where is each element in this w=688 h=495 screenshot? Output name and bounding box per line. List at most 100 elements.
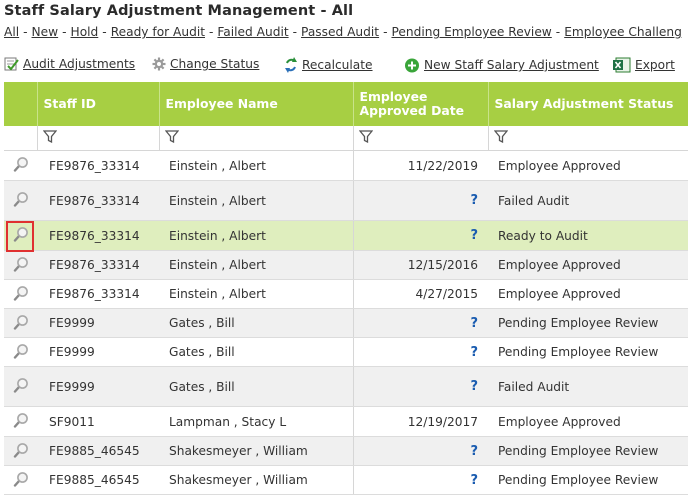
view-cell <box>4 150 37 181</box>
employee-name-cell: Einstein , Albert <box>159 180 353 221</box>
staff-id-cell: FE9885_46545 <box>37 465 159 495</box>
magnifier-icon[interactable] <box>13 256 29 275</box>
view-cell <box>4 366 37 407</box>
employee-name-cell: Gates , Bill <box>159 308 353 338</box>
approved-date-cell: ? <box>352 436 488 466</box>
staff-id-cell: FE9876_33314 <box>37 250 159 280</box>
audit-adjustments-label: Audit Adjustments <box>23 57 136 71</box>
view-cell <box>4 308 37 338</box>
filter-link-all[interactable]: All <box>4 25 19 39</box>
view-cell <box>4 279 37 309</box>
missing-date-mark: ? <box>470 472 478 488</box>
employee-name-cell: Shakesmeyer , William <box>159 465 353 495</box>
magnifier-icon[interactable] <box>13 442 29 461</box>
view-cell <box>4 406 37 437</box>
approved-date-cell: 12/15/2016 <box>352 250 488 280</box>
magnifier-icon[interactable] <box>13 314 29 333</box>
table-row[interactable]: FE9885_46545 Shakesmeyer , William? Pendin… <box>4 436 688 466</box>
employee-name-cell: Einstein , Albert <box>159 279 353 309</box>
grid-header-row: Staff ID Employee Name Employee Approved … <box>4 82 688 126</box>
funnel-icon[interactable] <box>164 130 179 146</box>
missing-date-mark: ? <box>470 193 478 208</box>
view-cell <box>4 465 37 495</box>
view-cell <box>4 180 37 221</box>
table-row[interactable]: FE9876_33314 Einstein , Albert 12/15/2016 E… <box>4 250 688 280</box>
table-row[interactable]: FE9999 Gates , Bill? Failed Audit <box>4 366 688 407</box>
filter-cell-status[interactable] <box>487 126 688 151</box>
status-cell: Employee Approved <box>488 150 688 181</box>
filter-link-new[interactable]: New <box>32 25 59 39</box>
column-header-approved-date[interactable]: Employee Approved Date <box>352 82 488 126</box>
new-adjustment-label: New Staff Salary Adjustment <box>424 58 599 72</box>
column-header-status[interactable]: Salary Adjustment Status <box>487 82 688 126</box>
magnifier-icon[interactable] <box>13 191 29 210</box>
magnifier-icon[interactable] <box>13 377 29 396</box>
employee-name-cell: Einstein , Albert <box>159 150 353 181</box>
recalculate-arrows-icon <box>284 57 298 73</box>
approved-date-cell: 11/22/2019 <box>352 150 488 181</box>
filter-separator: - <box>23 25 28 39</box>
funnel-icon[interactable] <box>42 130 57 146</box>
filter-link-employee-challenge[interactable]: Employee Challeng <box>564 25 682 39</box>
table-row[interactable]: SF9011 Lampman , Stacy L 12/19/2017 Employe… <box>4 406 688 437</box>
view-cell <box>4 250 37 280</box>
status-cell: Pending Employee Review <box>488 308 688 338</box>
filter-separator: - <box>292 25 298 39</box>
filter-link-failed-audit[interactable]: Failed Audit <box>217 25 288 39</box>
filter-link-pending-employee-review[interactable]: Pending Employee Review <box>391 25 551 39</box>
filter-cell-employee-name[interactable] <box>158 126 353 151</box>
status-cell: Failed Audit <box>488 366 688 407</box>
magnifier-icon[interactable] <box>13 285 29 304</box>
table-row[interactable]: FE9999 Gates , Bill? Pending Employee Revi… <box>4 337 688 367</box>
change-status-button[interactable]: Change Status <box>152 57 259 71</box>
staff-id-cell: FE9999 <box>37 366 159 407</box>
funnel-icon[interactable] <box>358 130 373 146</box>
table-row[interactable]: FE9999 Gates , Bill? Pending Employee Revi… <box>4 308 688 338</box>
staff-id-cell: FE9885_46545 <box>37 436 159 466</box>
filter-separator: - <box>102 25 107 39</box>
filter-cell-approved-date[interactable] <box>352 126 488 151</box>
filter-link-hold[interactable]: Hold <box>71 25 99 39</box>
employee-name-cell: Einstein , Albert <box>159 220 353 251</box>
table-row[interactable]: FE9885_46545 Shakesmeyer , William? Pendin… <box>4 465 688 495</box>
status-cell: Pending Employee Review <box>488 337 688 367</box>
staff-id-cell: FE9876_33314 <box>37 180 159 221</box>
table-row[interactable]: FE9876_33314 Einstein , Albert 4/27/2015 Em… <box>4 279 688 309</box>
approved-date-cell: 4/27/2015 <box>352 279 488 309</box>
filter-separator: - <box>62 25 67 39</box>
staff-id-cell: FE9999 <box>37 337 159 367</box>
header-view-column <box>4 82 37 126</box>
funnel-icon[interactable] <box>493 130 508 146</box>
approved-date-cell: ? <box>352 308 488 338</box>
magnifier-icon[interactable] <box>13 156 29 175</box>
filter-cell-staff-id[interactable] <box>36 126 159 151</box>
recalculate-button[interactable]: Recalculate <box>284 57 373 73</box>
staff-id-cell: FE9876_33314 <box>37 220 159 251</box>
magnifier-icon[interactable] <box>13 471 29 490</box>
magnifier-icon[interactable] <box>13 343 29 362</box>
magnifier-icon[interactable] <box>13 412 29 431</box>
filter-link-passed-audit[interactable]: Passed Audit <box>301 25 379 39</box>
gear-icon <box>152 57 166 71</box>
approved-date-cell: ? <box>352 180 488 221</box>
filter-link-ready-for-audit[interactable]: Ready for Audit <box>111 25 205 39</box>
column-header-employee-name[interactable]: Employee Name <box>158 82 353 126</box>
audit-adjustments-button[interactable]: Audit Adjustments <box>4 57 135 71</box>
salary-adjustment-grid: Staff ID Employee Name Employee Approved … <box>4 82 688 495</box>
staff-id-cell: FE9876_33314 <box>37 279 159 309</box>
column-header-staff-id[interactable]: Staff ID <box>36 82 159 126</box>
export-button[interactable]: Export <box>613 57 675 73</box>
table-row[interactable]: FE9876_33314 Einstein , Albert? Failed Aud… <box>4 180 688 221</box>
export-label: Export <box>635 58 675 72</box>
green-plus-icon <box>404 57 420 73</box>
status-cell: Employee Approved <box>488 250 688 280</box>
status-cell: Employee Approved <box>488 279 688 309</box>
table-row[interactable]: FE9876_33314 Einstein , Albert? Ready to A… <box>4 220 688 251</box>
recalculate-label: Recalculate <box>302 58 373 72</box>
new-adjustment-button[interactable]: New Staff Salary Adjustment <box>404 57 599 73</box>
table-row[interactable]: FE9876_33314 Einstein , Albert 11/22/2019 E… <box>4 150 688 181</box>
approved-date-cell: 12/19/2017 <box>352 406 488 437</box>
status-cell: Pending Employee Review <box>488 465 688 495</box>
filter-cell-empty <box>4 126 37 151</box>
missing-date-mark: ? <box>470 379 478 394</box>
